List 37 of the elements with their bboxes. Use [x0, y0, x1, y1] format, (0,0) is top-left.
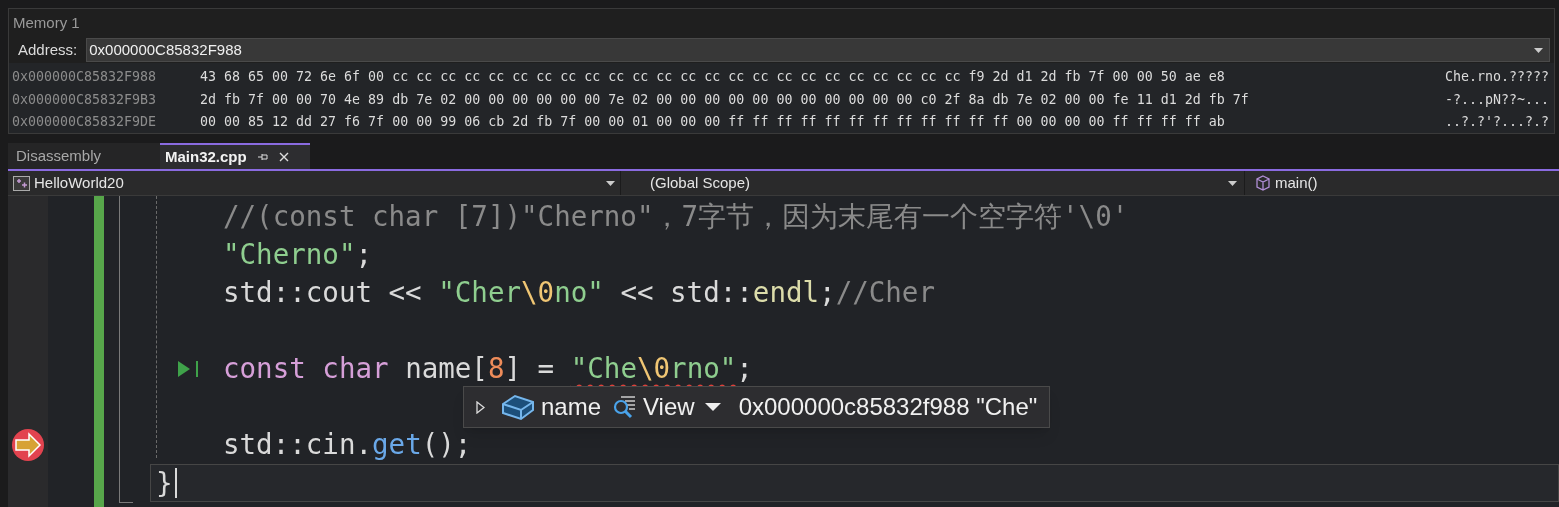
editor-tab[interactable]: Disassembly: [8, 143, 160, 169]
code-line: const char name[8] = "Che\0 rno";: [223, 351, 753, 387]
memory-bytes: 00 00 85 12 dd 27 f6 7f 00 00 99 06 cb 2d fb 7f 00 00 01 00 00 00 ff ff ff ff ff ff ff ff ff ff ff ff 00 00 00 00 ff ff ff ff ab: [200, 113, 1226, 131]
variable-value: 0x000000c85832f988 "Che": [738, 392, 1038, 422]
cube-icon: [1255, 175, 1271, 191]
code-line: "Cherno";: [223, 237, 372, 273]
memory-ascii: -?...pN??~...: [1445, 90, 1550, 109]
caret-icon: [704, 403, 721, 411]
dropdown-caret-icon[interactable]: [1534, 47, 1543, 53]
code-line: std::cout << "Cher\0no" << std::endl;//Cher: [223, 275, 935, 311]
editor-tab[interactable]: Main32.cpp: [160, 143, 310, 169]
project-icon: [13, 175, 30, 191]
memory-address: 0x000000C85832F988: [12, 68, 158, 86]
memory-address: 0x000000C85832F9DE: [12, 113, 158, 131]
project-dropdown[interactable]: HelloWorld20: [8, 171, 621, 195]
scope-dropdown[interactable]: (Global Scope): [625, 171, 1245, 195]
code-line: //(const char [7])"Cherno"，7字节，因为末尾有一个空字符'\0': [223, 199, 1129, 235]
run-to-click-icon[interactable]: [178, 360, 200, 378]
memory-ascii: Che.rno.?????: [1445, 68, 1550, 86]
address-field[interactable]: 0x000000C85832F988: [86, 38, 1550, 62]
dropdown-caret-icon[interactable]: [606, 180, 615, 186]
memory-address: 0x000000C85832F9B3: [12, 90, 158, 109]
memory-ascii: ..?.?'?...?.?: [1445, 113, 1550, 131]
dropdown-caret-icon[interactable]: [1228, 180, 1237, 186]
expand-triangle-icon[interactable]: [476, 400, 485, 414]
variable-icon: [501, 392, 535, 422]
variable-name: name: [541, 392, 602, 422]
pin-icon[interactable]: [256, 152, 269, 162]
memory-bytes: 43 68 65 00 72 6e 6f 00 cc cc cc cc cc cc cc cc cc cc cc cc cc cc cc cc cc cc cc cc cc cc cc cc f9 2d d1 2d fb 7f 00 00 50 ae e8: [200, 68, 1226, 86]
panel-title: Memory 1: [12, 12, 81, 33]
code-line: }: [151, 468, 177, 498]
address-label: Address:: [17, 39, 79, 60]
close-icon[interactable]: [278, 152, 289, 162]
code-line: std::cin.get();: [223, 427, 472, 463]
function-dropdown[interactable]: main(): [1249, 171, 1559, 195]
memory-bytes: 2d fb 7f 00 00 70 4e 89 db 7e 02 00 00 00 00 00 00 7e 02 00 00 00 00 00 00 00 00 00 00 00 c0 2f 8a db 7e 02 00 00 fe 11 d1 2d fb 7f: [200, 90, 1250, 109]
view-button[interactable]: View: [613, 389, 721, 425]
